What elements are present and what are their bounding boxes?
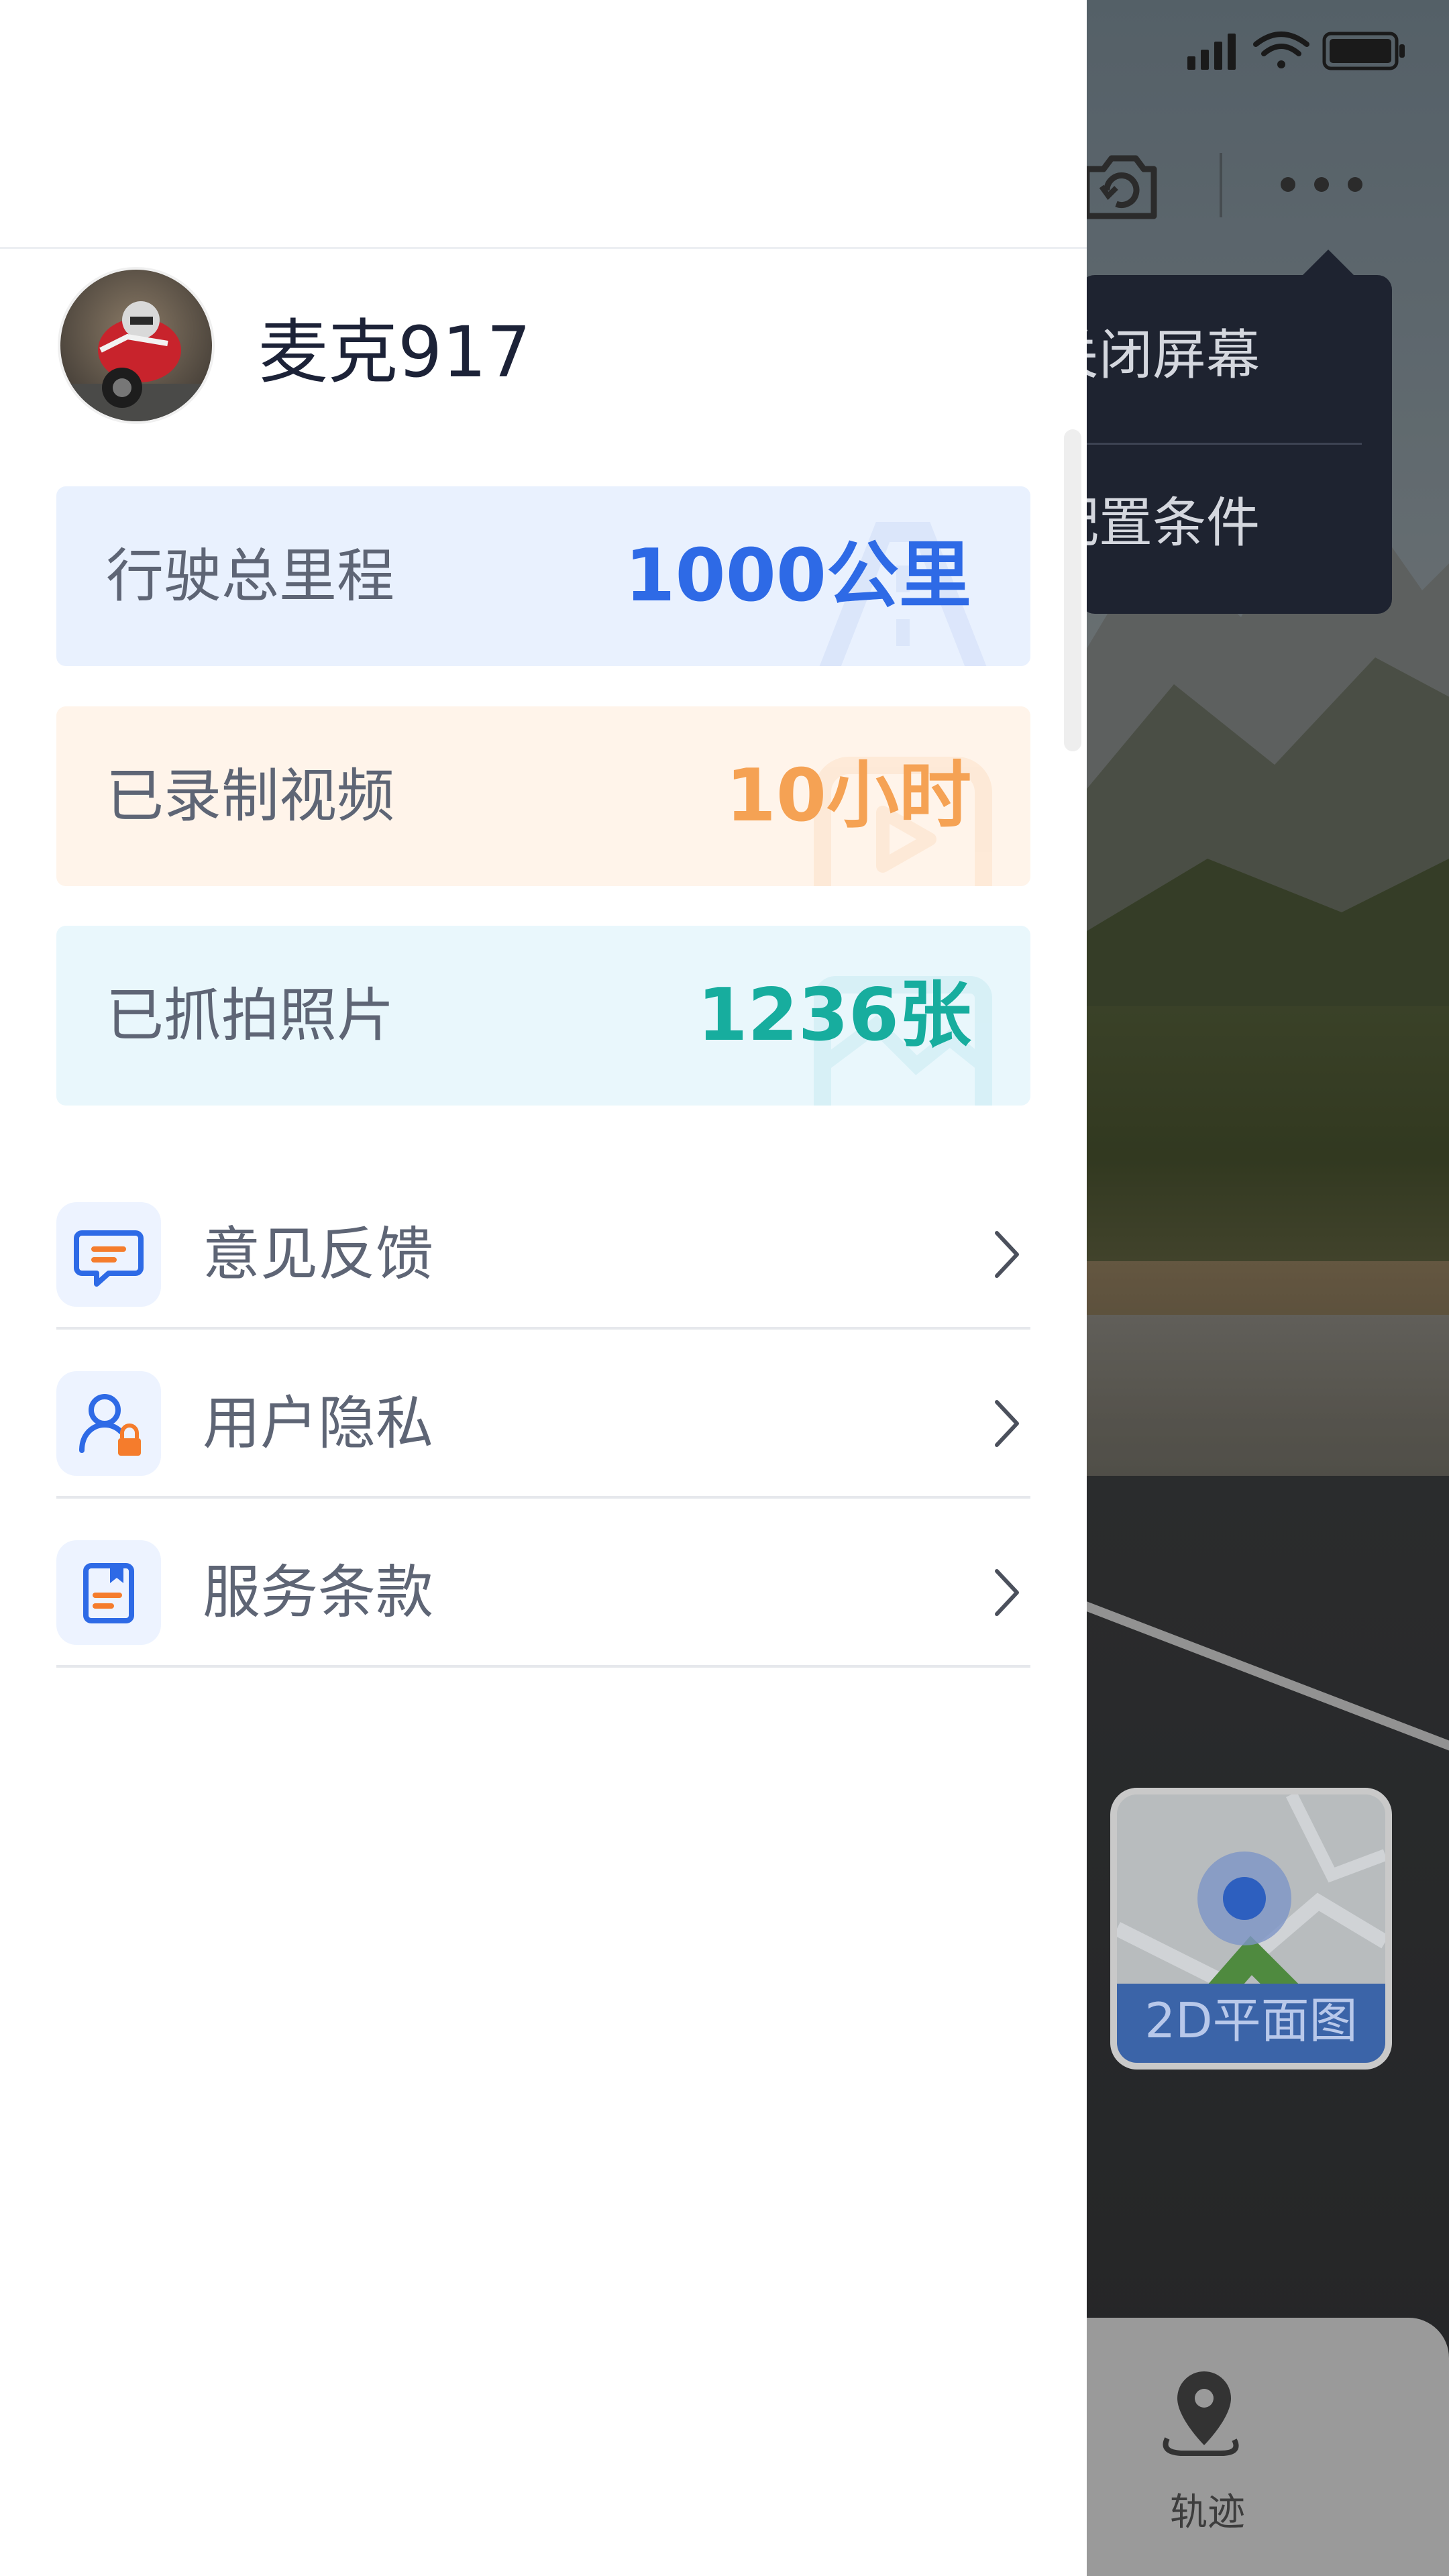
menu-item-feedback[interactable]: 意见反馈 — [56, 1161, 1030, 1330]
popup-menu: 关闭屏幕 配置条件 — [1045, 275, 1392, 614]
side-drawer: 麦克917 行驶总里程 1000公里 已录制视频 10小时 已抓拍照片 1236… — [0, 0, 1087, 2576]
camera-switch-icon[interactable] — [1080, 149, 1161, 223]
menu-divider — [56, 1665, 1030, 1668]
chat-feedback-icon — [56, 1202, 161, 1307]
stat-label-video: 已录制视频 — [106, 763, 394, 830]
map-2d-widget[interactable]: 2D平面图 — [1110, 1788, 1392, 2070]
chevron-right-icon — [995, 1569, 1019, 1616]
stat-value-video: 10小时 — [725, 754, 971, 838]
menu-label-privacy: 用户隐私 — [203, 1390, 433, 1457]
document-icon — [56, 1540, 161, 1645]
popup-item-configure[interactable]: 配置条件 — [1045, 490, 1340, 557]
bottom-tab-bar: 轨迹 — [1073, 2318, 1449, 2576]
stat-value-photo: 1236张 — [697, 973, 971, 1057]
wifi-icon — [1253, 32, 1309, 68]
stat-card-video: 已录制视频 10小时 — [56, 706, 1030, 886]
stat-label-mileage: 行驶总里程 — [106, 543, 394, 610]
map-label: 2D平面图 — [1117, 1984, 1385, 2063]
menu-item-terms[interactable]: 服务条款 — [56, 1499, 1030, 1668]
chevron-right-icon — [995, 1400, 1019, 1447]
user-lock-icon — [56, 1371, 161, 1476]
track-pin-icon[interactable] — [1154, 2365, 1254, 2465]
popup-divider — [1080, 443, 1362, 445]
signal-icon — [1187, 34, 1236, 70]
avatar[interactable] — [58, 267, 215, 424]
scrollbar[interactable] — [1064, 429, 1081, 751]
menu-item-privacy[interactable]: 用户隐私 — [56, 1330, 1030, 1499]
popup-item-close-screen[interactable]: 关闭屏幕 — [1045, 322, 1340, 389]
popup-arrow — [1301, 250, 1355, 276]
status-bar — [1187, 32, 1405, 70]
stat-card-mileage: 行驶总里程 1000公里 — [56, 486, 1030, 666]
username: 麦克917 — [258, 311, 531, 393]
menu-label-feedback: 意见反馈 — [203, 1221, 433, 1288]
battery-icon — [1322, 32, 1405, 70]
stat-label-photo: 已抓拍照片 — [106, 982, 394, 1049]
motorcycle-avatar-icon — [60, 270, 212, 421]
tab-track-label: 轨迹 — [1170, 2491, 1245, 2534]
menu-label-terms: 服务条款 — [203, 1559, 433, 1626]
stat-card-photo: 已抓拍照片 1236张 — [56, 926, 1030, 1106]
toolbar-divider — [1220, 153, 1222, 217]
stat-value-mileage: 1000公里 — [625, 534, 971, 618]
chevron-right-icon — [995, 1231, 1019, 1278]
more-icon[interactable] — [1275, 168, 1368, 201]
header-divider — [0, 247, 1087, 249]
